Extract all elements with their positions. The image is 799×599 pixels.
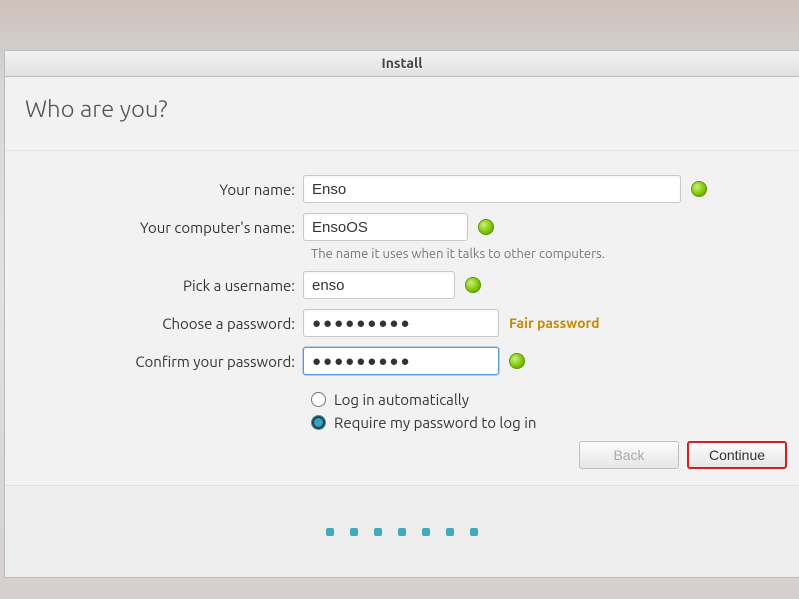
login-auto-option[interactable]: Log in automatically [311,391,779,408]
progress-dot [398,528,406,536]
username-label: Pick a username: [25,277,303,294]
page-title: Who are you? [25,95,779,122]
login-require-label: Require my password to log in [334,414,536,431]
confirm-password-label: Confirm your password: [25,353,303,370]
login-auto-label: Log in automatically [334,391,469,408]
name-label: Your name: [25,181,303,198]
computer-name-label: Your computer's name: [25,219,303,236]
continue-button[interactable]: Continue [687,441,787,469]
password-label: Choose a password: [25,315,303,332]
login-require-radio[interactable] [311,415,326,430]
login-require-option[interactable]: Require my password to log in [311,414,779,431]
password-strength-text: Fair password [509,315,600,331]
computer-name-helper: The name it uses when it talks to other … [311,247,779,261]
back-button[interactable]: Back [579,441,679,469]
check-icon [691,181,707,197]
window-title: Install [382,55,423,71]
check-icon [509,353,525,369]
progress-dot [470,528,478,536]
progress-dot [350,528,358,536]
progress-dot [422,528,430,536]
page-header: Who are you? [5,77,799,151]
progress-dot [446,528,454,536]
progress-dot [326,528,334,536]
login-auto-radio[interactable] [311,392,326,407]
username-input[interactable] [303,271,455,299]
name-input[interactable] [303,175,681,203]
password-input[interactable] [303,309,499,337]
progress-indicator [5,485,799,577]
confirm-password-input[interactable] [303,347,499,375]
navigation-buttons: Back Continue [579,441,787,469]
check-icon [465,277,481,293]
progress-dot [374,528,382,536]
installer-window: Install Who are you? Your name: Your com… [4,50,799,578]
check-icon [478,219,494,235]
computer-name-input[interactable] [303,213,468,241]
window-titlebar: Install [5,51,799,77]
user-form: Your name: Your computer's name: The nam… [5,151,799,431]
